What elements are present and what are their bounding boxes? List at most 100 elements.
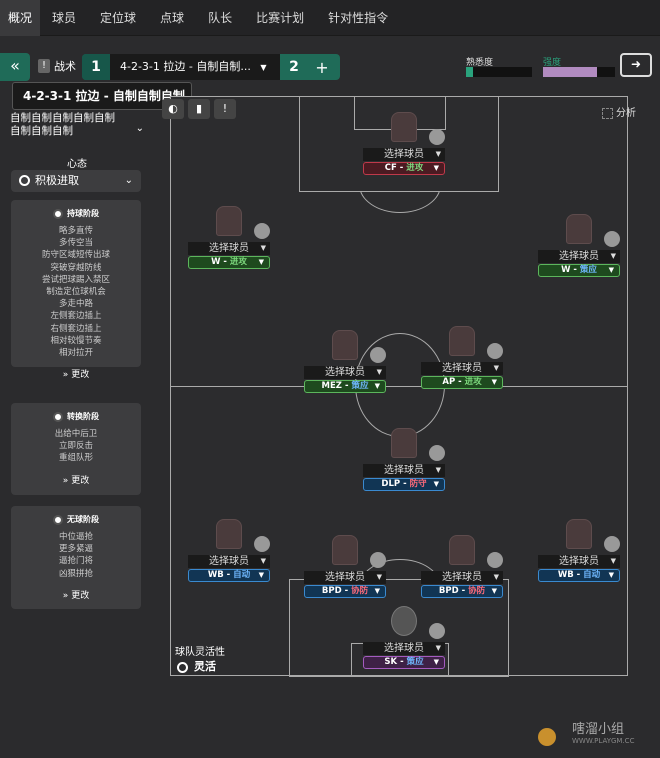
list-item: 略多直传 xyxy=(58,226,93,236)
select-player[interactable]: 选择球员 ▼ xyxy=(188,555,270,568)
tab-players[interactable]: 球员 xyxy=(40,0,88,36)
change-button[interactable]: » 更改 xyxy=(11,588,141,601)
tab-overview[interactable]: 概况 xyxy=(0,0,41,36)
list-item: 防守区域短传出球 xyxy=(41,250,110,261)
mentality-select[interactable]: 积极进取 ⌄ xyxy=(11,170,141,192)
shirt-icon xyxy=(332,535,358,565)
duty-label: 协防 xyxy=(351,586,369,596)
tactic-style-dropdown[interactable]: 自制自制自制自制自制自制自制自制 ⌄ xyxy=(10,112,144,138)
familiarity-bar xyxy=(466,67,532,77)
role-label: WB xyxy=(557,570,574,580)
grid-icon xyxy=(602,107,613,119)
target-icon xyxy=(177,661,188,673)
select-player[interactable]: 选择球员 ▼ xyxy=(304,366,386,379)
change-button[interactable]: » 更改 xyxy=(11,473,141,486)
watermark-title: 嗐溜小组 xyxy=(572,722,625,737)
watermark: 嗐溜小组 WWW.PLAYGM.CC xyxy=(572,718,634,745)
settings-icon[interactable]: ◐ xyxy=(162,99,184,119)
duty-label: 进攻 xyxy=(464,377,482,387)
role-selector[interactable]: W - 进攻 ▼ xyxy=(188,256,270,269)
arrow-right-icon: ➜ xyxy=(630,57,642,71)
tab-set-pieces[interactable]: 定位球 xyxy=(88,0,148,36)
caret-down-icon: ▼ xyxy=(610,252,616,260)
change-button[interactable]: » 更改 xyxy=(11,367,141,380)
role-selector[interactable]: WB - 自动 ▼ xyxy=(188,569,270,582)
list-item: 中位逼抢 xyxy=(58,532,93,542)
list-item: 突破穿越防线 xyxy=(50,262,102,273)
pitch xyxy=(170,96,628,677)
caret-down-icon: ▼ xyxy=(493,364,499,372)
list-item: 制造定位球机会 xyxy=(46,287,106,298)
shirt-icon xyxy=(391,112,417,142)
list-item: 相对较慢节奏 xyxy=(50,335,102,346)
select-player[interactable]: 选择球员 ▼ xyxy=(421,362,503,375)
tactic-name-dropdown[interactable]: 4-2-3-1 拉边 - 自制自制... ▼ xyxy=(110,54,280,80)
tab-opposition-instructions[interactable]: 针对性指令 xyxy=(316,0,400,36)
select-player-label: 选择球员 xyxy=(325,572,365,583)
caret-down-icon: ▼ xyxy=(435,150,441,158)
select-player[interactable]: 选择球员 ▼ xyxy=(363,148,445,161)
role-selector[interactable]: WB - 自动 ▼ xyxy=(538,569,620,582)
select-player[interactable]: 选择球员 ▼ xyxy=(188,242,270,255)
tactic-slot-1[interactable]: 1 xyxy=(82,54,110,80)
duty-label: 协防 xyxy=(468,586,486,596)
change-label: 更改 xyxy=(71,475,90,486)
shirt-icon xyxy=(566,519,592,549)
expand-button[interactable]: ➜ xyxy=(620,53,652,77)
team-flexibility-value[interactable]: 灵活 xyxy=(177,658,216,674)
phase-items: 中位逼抢 更多紧逼 逼抢门将 凶狠拼抢 xyxy=(11,531,141,580)
select-player-label: 选择球员 xyxy=(442,363,482,374)
list-item: 右侧套边插上 xyxy=(50,323,102,334)
select-player[interactable]: 选择球员 ▼ xyxy=(421,571,503,584)
select-player[interactable]: 选择球员 ▼ xyxy=(363,642,445,655)
collapse-button[interactable]: « xyxy=(0,53,30,81)
tab-captains[interactable]: 队长 xyxy=(196,0,244,36)
duty-label: 自动 xyxy=(583,570,601,580)
list-item: 凶狠拼抢 xyxy=(58,568,93,579)
caret-down-icon: ▼ xyxy=(493,573,499,581)
bar-chart-icon[interactable]: ▮ xyxy=(188,99,210,119)
caret-down-icon: ▼ xyxy=(610,557,616,565)
double-chevron-icon: » xyxy=(62,475,69,486)
analysis-label: 分析 xyxy=(616,108,636,119)
role-selector[interactable]: MEZ - 策应 ▼ xyxy=(304,380,386,393)
role-selector[interactable]: BPD - 协防 ▼ xyxy=(304,585,386,598)
tactic-slot-2[interactable]: 2 xyxy=(280,54,308,80)
select-player[interactable]: 选择球员 ▼ xyxy=(304,571,386,584)
select-player[interactable]: 选择球员 ▼ xyxy=(538,555,620,568)
select-player-label: 选择球员 xyxy=(384,465,424,476)
role-selector[interactable]: AP - 进攻 ▼ xyxy=(421,376,503,389)
shirt-icon xyxy=(216,206,242,236)
alert-icon[interactable]: ! xyxy=(214,99,236,119)
role-selector[interactable]: W - 策应 ▼ xyxy=(538,264,620,277)
duty-label: 策应 xyxy=(406,657,424,667)
select-player-label: 选择球员 xyxy=(209,243,249,254)
add-tactic-button[interactable]: + xyxy=(308,58,336,77)
chevron-down-icon: ⌄ xyxy=(124,175,133,186)
list-item: 出给中后卫 xyxy=(54,429,98,439)
select-player[interactable]: 选择球员 ▼ xyxy=(363,464,445,477)
select-player-label: 选择球员 xyxy=(209,556,249,567)
list-item: 多传空当 xyxy=(58,238,93,249)
role-selector[interactable]: SK - 策应 ▼ xyxy=(363,656,445,669)
info-dot xyxy=(487,552,503,568)
info-dot xyxy=(604,231,620,247)
team-flexibility-text: 灵活 xyxy=(194,660,216,673)
role-selector[interactable]: CF - 进攻 ▼ xyxy=(363,162,445,175)
phase-title: 持球阶段 xyxy=(67,209,99,218)
caret-down-icon: ▼ xyxy=(433,164,439,172)
shirt-icon xyxy=(391,428,417,458)
select-player[interactable]: 选择球员 ▼ xyxy=(538,250,620,263)
role-selector[interactable]: DLP - 防守 ▼ xyxy=(363,478,445,491)
tab-match-plan[interactable]: 比赛计划 xyxy=(244,0,316,36)
chevron-down-icon: ⌄ xyxy=(135,123,144,134)
watermark-logo xyxy=(538,728,556,746)
list-item: 相对拉开 xyxy=(58,348,93,359)
role-selector[interactable]: BPD - 协防 ▼ xyxy=(421,585,503,598)
mentality-label: 心态 xyxy=(67,159,87,170)
list-item: 立即反击 xyxy=(58,441,93,452)
caret-down-icon: ▼ xyxy=(491,378,497,386)
analysis-button[interactable]: 分析 xyxy=(602,104,636,119)
select-player-label: 选择球员 xyxy=(442,572,482,583)
tab-penalties[interactable]: 点球 xyxy=(148,0,196,36)
